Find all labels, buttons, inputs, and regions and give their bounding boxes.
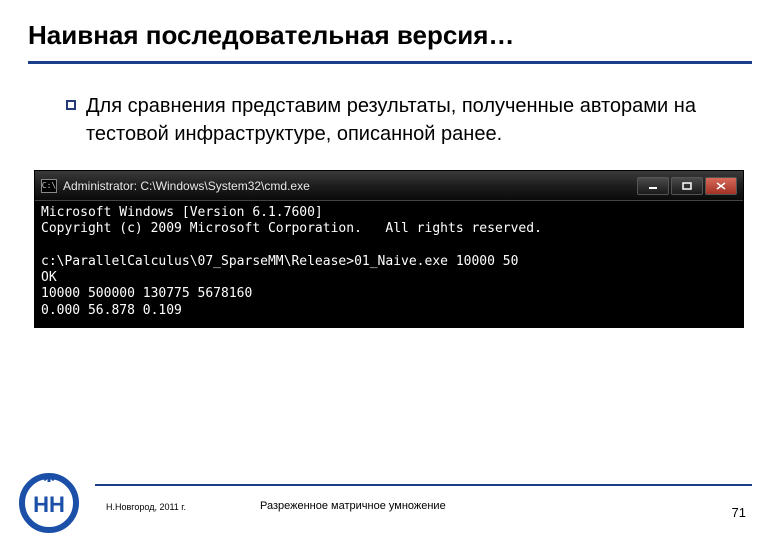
cmd-titlebar: C:\ Administrator: C:\Windows\System32\c… xyxy=(35,171,743,201)
terminal-icon: C:\ xyxy=(41,179,57,193)
cmd-window-title: Administrator: C:\Windows\System32\cmd.e… xyxy=(63,179,631,193)
bullet-text: Для сравнения представим результаты, пол… xyxy=(86,92,742,148)
footer-title: Разреженное матричное умножение xyxy=(260,500,446,512)
bullet-block: Для сравнения представим результаты, пол… xyxy=(28,92,752,148)
title-divider xyxy=(28,61,752,64)
slide: Наивная последовательная версия… Для сра… xyxy=(0,0,780,540)
maximize-icon xyxy=(682,182,692,190)
footer-location: Н.Новгород, 2011 г. xyxy=(106,502,186,512)
window-buttons xyxy=(637,177,737,195)
cmd-window: C:\ Administrator: C:\Windows\System32\c… xyxy=(34,170,744,328)
svg-text:HH: HH xyxy=(33,492,65,517)
close-icon xyxy=(716,182,726,190)
maximize-button[interactable] xyxy=(671,177,703,195)
minimize-icon xyxy=(648,182,658,190)
bullet-item: Для сравнения представим результаты, пол… xyxy=(66,92,742,148)
slide-title: Наивная последовательная версия… xyxy=(28,20,752,61)
bullet-icon xyxy=(66,100,76,110)
page-number: 71 xyxy=(732,505,746,520)
cmd-output: Microsoft Windows [Version 6.1.7600] Cop… xyxy=(35,201,743,327)
minimize-button[interactable] xyxy=(637,177,669,195)
university-logo-icon: HH xyxy=(18,472,80,534)
close-button[interactable] xyxy=(705,177,737,195)
footer-divider xyxy=(95,484,752,486)
